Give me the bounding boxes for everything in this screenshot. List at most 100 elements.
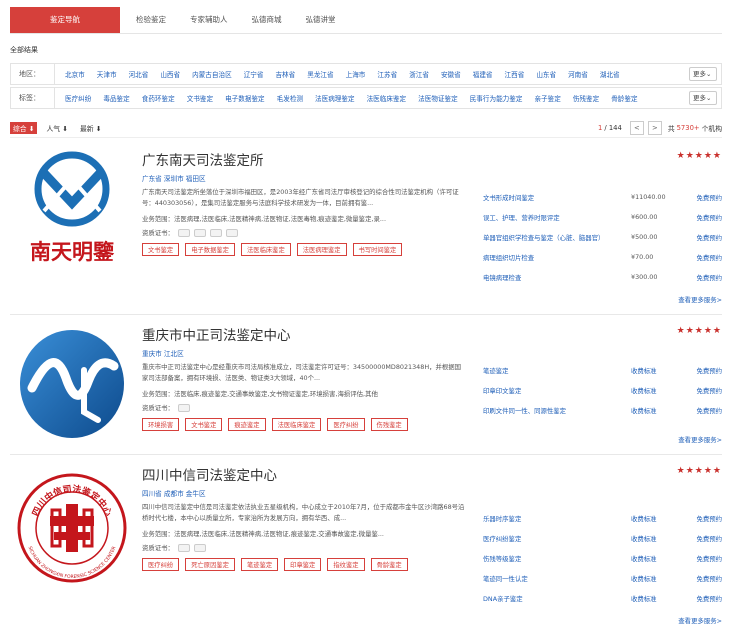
service-name[interactable]: 误工、护理、营养时限评定: [483, 213, 631, 222]
tag-option[interactable]: 伤残鉴定: [573, 93, 599, 103]
org-location[interactable]: 广东省 深圳市 福田区: [142, 173, 466, 183]
region-option[interactable]: 安徽省: [441, 69, 461, 79]
region-option[interactable]: 上海市: [346, 69, 366, 79]
org-tag[interactable]: 痕迹鉴定: [228, 418, 266, 431]
cert-badge-icon[interactable]: [177, 403, 190, 412]
tag-option[interactable]: 法医临床鉴定: [367, 93, 407, 103]
service-name[interactable]: 文书形成时间鉴定: [483, 193, 631, 202]
cert-badge-icon[interactable]: [193, 543, 206, 552]
org-logo[interactable]: 四川中信司法鉴定中心 SICHUAN ZHONGXIN FORENSIC SCI…: [14, 470, 130, 586]
service-name[interactable]: 医疗纠纷鉴定: [483, 534, 631, 543]
cert-badge-icon[interactable]: [177, 543, 190, 552]
book-button[interactable]: 免费预约: [691, 386, 722, 395]
fee-standard-link[interactable]: 收费标准: [631, 574, 691, 583]
tag-option[interactable]: 亲子鉴定: [534, 93, 560, 103]
org-location[interactable]: 重庆市 江北区: [142, 348, 466, 358]
org-location[interactable]: 四川省 成都市 金牛区: [142, 488, 466, 498]
book-button[interactable]: 免费预约: [691, 273, 722, 282]
tab-appraisal-nav[interactable]: 鉴定导航: [10, 7, 120, 33]
region-option[interactable]: 福建省: [473, 69, 493, 79]
org-tag[interactable]: 法医病理鉴定: [296, 243, 347, 256]
tab-expert-assistant[interactable]: 专家辅助人: [190, 7, 228, 33]
org-logo[interactable]: [14, 326, 130, 442]
prev-page-button[interactable]: <: [629, 121, 644, 135]
fee-standard-link[interactable]: 收费标准: [631, 406, 691, 415]
see-more-services-link[interactable]: 查看更多服务>: [678, 295, 722, 304]
region-option[interactable]: 吉林省: [275, 69, 295, 79]
org-tag[interactable]: 电子数据鉴定: [185, 243, 235, 256]
org-name[interactable]: 重庆市中正司法鉴定中心: [142, 324, 466, 344]
cert-badge-icon[interactable]: [177, 228, 190, 237]
service-name[interactable]: 乐器时序鉴定: [483, 514, 631, 523]
sort-comprehensive[interactable]: 综合 ⬇: [10, 121, 38, 134]
book-button[interactable]: 免费预约: [691, 233, 722, 242]
service-name[interactable]: 笔迹鉴定: [483, 366, 631, 375]
book-button[interactable]: 免费预约: [691, 534, 722, 543]
region-option[interactable]: 江西省: [505, 69, 525, 79]
tag-option[interactable]: 毛发检测: [277, 93, 303, 103]
book-button[interactable]: 免费预约: [691, 554, 722, 563]
tag-option[interactable]: 法医物证鉴定: [418, 93, 458, 103]
org-tag[interactable]: 法医临床鉴定: [240, 243, 291, 256]
region-option[interactable]: 河北省: [129, 69, 149, 79]
org-tag[interactable]: 死亡原因鉴定: [185, 558, 235, 571]
org-logo[interactable]: 南天明鑒: [14, 151, 130, 269]
tag-option[interactable]: 法医病理鉴定: [315, 93, 355, 103]
cert-badge-icon[interactable]: [193, 228, 206, 237]
tag-option[interactable]: 医疗纠纷: [65, 93, 91, 103]
fee-standard-link[interactable]: 收费标准: [631, 386, 691, 395]
region-option[interactable]: 内蒙古自治区: [192, 69, 232, 79]
region-option[interactable]: 浙江省: [409, 69, 429, 79]
org-tag[interactable]: 笔迹鉴定: [240, 558, 279, 571]
sort-popularity[interactable]: 人气 ⬇: [43, 122, 70, 134]
service-name[interactable]: 电镜病理检查: [483, 273, 631, 282]
tag-option[interactable]: 毒品鉴定: [103, 93, 129, 103]
tab-inspection[interactable]: 检验鉴定: [136, 7, 166, 33]
service-name[interactable]: 病理组织切片检查: [483, 253, 631, 262]
service-name[interactable]: 印章印文鉴定: [483, 386, 631, 395]
service-name[interactable]: 单器官组织学检查与鉴定（心脏、脑器官）: [483, 233, 631, 242]
org-tag[interactable]: 环境损害: [142, 418, 180, 431]
tag-option[interactable]: 骨龄鉴定: [611, 93, 637, 103]
region-option[interactable]: 山东省: [536, 69, 556, 79]
book-button[interactable]: 免费预约: [691, 366, 722, 375]
org-tag[interactable]: 骨龄鉴定: [370, 558, 408, 571]
org-tag[interactable]: 医疗纠纷: [327, 418, 365, 431]
org-tag[interactable]: 指纹鉴定: [327, 558, 365, 571]
tag-more-select[interactable]: 更多⌄: [689, 91, 717, 105]
region-option[interactable]: 河南省: [568, 69, 588, 79]
fee-standard-link[interactable]: 收费标准: [631, 554, 691, 563]
book-button[interactable]: 免费预约: [691, 594, 722, 603]
next-page-button[interactable]: >: [647, 121, 662, 135]
fee-standard-link[interactable]: 收费标准: [631, 594, 691, 603]
service-name[interactable]: 伤残等级鉴定: [483, 554, 631, 563]
region-option[interactable]: 湖北省: [600, 69, 620, 79]
service-name[interactable]: DNA亲子鉴定: [483, 594, 631, 603]
book-button[interactable]: 免费预约: [691, 213, 722, 222]
org-name[interactable]: 四川中信司法鉴定中心: [142, 464, 466, 484]
fee-standard-link[interactable]: 收费标准: [631, 514, 691, 523]
org-tag[interactable]: 书写时间鉴定: [352, 243, 403, 256]
book-button[interactable]: 免费预约: [691, 514, 722, 523]
cert-badge-icon[interactable]: [209, 228, 222, 237]
region-option[interactable]: 天津市: [97, 69, 117, 79]
fee-standard-link[interactable]: 收费标准: [631, 366, 691, 375]
region-option[interactable]: 山西省: [160, 69, 180, 79]
service-name[interactable]: 笔迹同一性认定: [483, 574, 631, 583]
tag-option[interactable]: 食药环鉴定: [142, 93, 175, 103]
book-button[interactable]: 免费预约: [691, 253, 722, 262]
tag-option[interactable]: 民事行为能力鉴定: [470, 93, 523, 103]
sort-newest[interactable]: 最新 ⬇: [77, 122, 104, 134]
org-tag[interactable]: 伤残鉴定: [370, 418, 408, 431]
see-more-services-link[interactable]: 查看更多服务>: [678, 435, 722, 444]
region-option[interactable]: 北京市: [65, 69, 85, 79]
org-tag[interactable]: 医疗纠纷: [142, 558, 180, 571]
tag-option[interactable]: 电子数据鉴定: [225, 93, 265, 103]
tag-option[interactable]: 文书鉴定: [187, 93, 213, 103]
service-name[interactable]: 印刷文件同一性、同源性鉴定: [483, 406, 631, 415]
region-option[interactable]: 黑龙江省: [307, 69, 333, 79]
region-option[interactable]: 辽宁省: [244, 69, 264, 79]
org-tag[interactable]: 文书鉴定: [185, 418, 223, 431]
org-name[interactable]: 广东南天司法鉴定所: [142, 149, 466, 169]
see-more-services-link[interactable]: 查看更多服务>: [678, 616, 722, 625]
